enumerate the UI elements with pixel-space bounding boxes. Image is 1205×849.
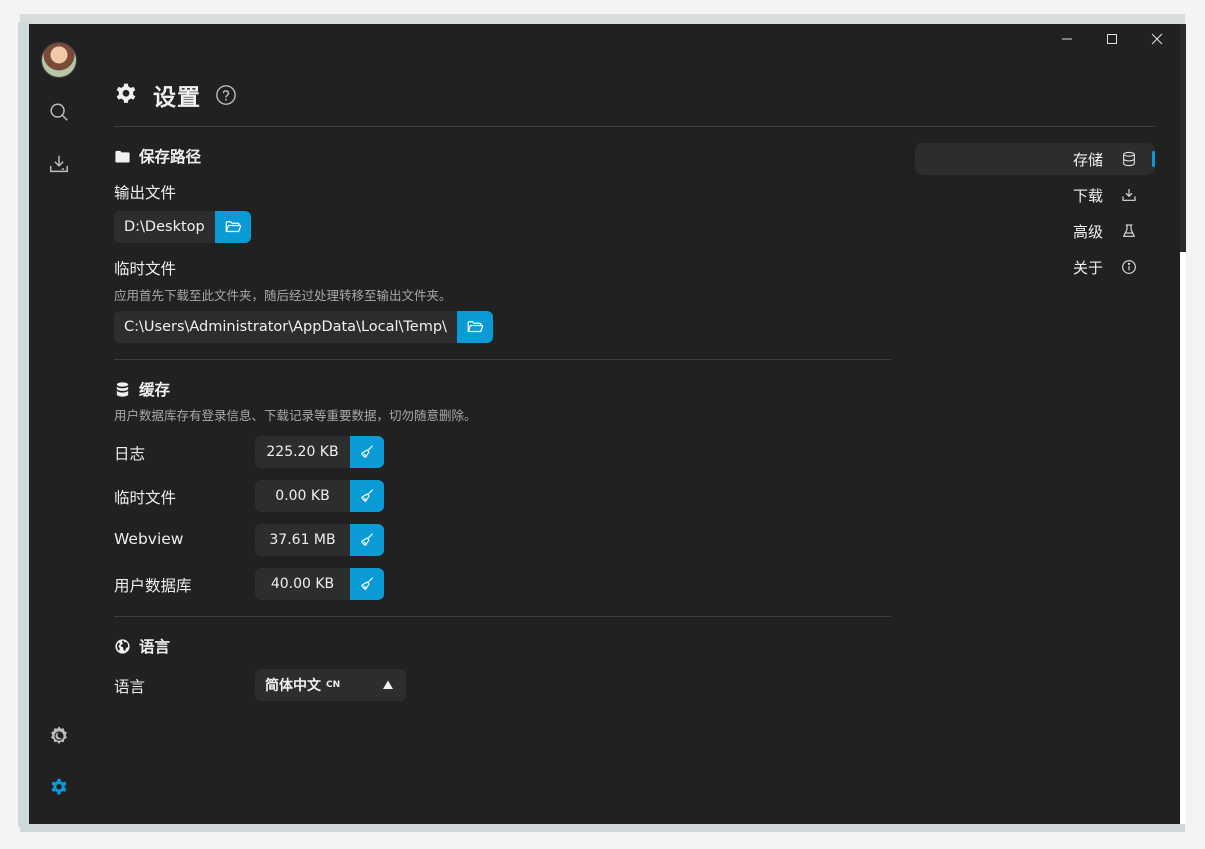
anchor-item-label: 关于: [1072, 258, 1103, 277]
globe-icon: [115, 638, 130, 654]
cache-size-value: 37.61 MB: [255, 524, 350, 556]
anchor-item-storage[interactable]: 存储: [915, 143, 1155, 175]
folder-open-icon: [467, 321, 484, 333]
temp-path-field[interactable]: C:\Users\Administrator\AppData\Local\Tem…: [114, 311, 457, 343]
folder-open-icon: [225, 221, 241, 233]
cache-description: 用户数据库存有登录信息、下载记录等重要数据，切勿随意删除。: [114, 408, 477, 423]
page-title: 设置: [153, 85, 201, 111]
temp-file-label: 临时文件: [114, 260, 177, 278]
output-path-field[interactable]: D:\Desktop: [114, 211, 215, 243]
anchor-item-download[interactable]: 下载: [915, 179, 1155, 211]
section-divider: [114, 359, 891, 360]
language-selected: 简体中文: [265, 678, 321, 694]
search-icon[interactable]: [47, 100, 71, 124]
theme-icon[interactable]: [47, 724, 71, 748]
section-language-title: 语言: [114, 635, 170, 657]
cache-size-group: 37.61 MB: [255, 524, 384, 556]
desktop-background-right-dark: [1180, 24, 1186, 252]
page-header: 设置: [113, 80, 237, 111]
database-icon: [116, 381, 129, 397]
language-code: CN: [326, 680, 341, 690]
caret-up-icon: [383, 680, 393, 689]
cache-row-label: 日志: [114, 445, 146, 463]
cache-size-value: 225.20 KB: [255, 436, 350, 468]
avatar[interactable]: [41, 42, 77, 78]
flask-icon: [1123, 224, 1135, 237]
section-title-text: 语言: [139, 638, 171, 656]
output-file-label: 输出文件: [114, 184, 177, 202]
section-cache-title: 缓存: [114, 378, 170, 400]
broom-icon: [361, 489, 373, 502]
cache-row-log: 日志 225.20 KB: [114, 436, 384, 468]
language-label: 语言: [114, 678, 146, 696]
anchor-item-advanced[interactable]: 高级: [915, 215, 1155, 247]
section-save-path-title: 保存路径: [114, 145, 201, 167]
broom-icon: [361, 445, 373, 458]
cache-row-webview: Webview 37.61 MB: [114, 524, 384, 556]
desktop-background-bottom: [20, 824, 1185, 832]
cache-row-temp: 临时文件 0.00 KB: [114, 480, 384, 512]
cache-size-value: 0.00 KB: [255, 480, 350, 512]
temp-path-browse-button[interactable]: [456, 311, 493, 343]
settings-icon[interactable]: [47, 776, 71, 800]
cache-row-label: Webview: [114, 530, 184, 548]
help-icon[interactable]: [215, 84, 237, 106]
anchor-item-label: 存储: [1072, 150, 1103, 169]
active-indicator: [1152, 151, 1155, 167]
clear-cache-button[interactable]: [350, 524, 384, 556]
broom-icon: [361, 533, 373, 546]
cache-row-user-db: 用户数据库 40.00 KB: [114, 568, 384, 600]
broom-icon: [361, 577, 373, 590]
output-path-group: D:\Desktop: [114, 211, 251, 243]
section-divider: [114, 616, 891, 617]
cache-size-group: 40.00 KB: [255, 568, 384, 600]
sidebar-rail: [29, 24, 89, 824]
cache-size-value: 40.00 KB: [255, 568, 350, 600]
section-title-text: 保存路径: [139, 148, 202, 166]
desktop-background-left: [18, 22, 29, 827]
output-path-browse-button[interactable]: [214, 211, 251, 243]
cache-size-group: 0.00 KB: [255, 480, 384, 512]
clear-cache-button[interactable]: [350, 568, 384, 600]
anchor-item-label: 下载: [1072, 186, 1103, 205]
section-title-text: 缓存: [139, 381, 171, 399]
cache-row-label: 用户数据库: [114, 577, 192, 595]
clear-cache-button[interactable]: [350, 436, 384, 468]
clear-cache-button[interactable]: [350, 480, 384, 512]
cache-size-group: 225.20 KB: [255, 436, 384, 468]
anchor-item-about[interactable]: 关于: [915, 251, 1155, 283]
temp-file-description: 应用首先下载至此文件夹，随后经过处理转移至输出文件夹。: [114, 288, 452, 303]
folder-icon: [115, 150, 130, 163]
gear-icon: [116, 83, 136, 103]
header-divider: [114, 126, 1155, 127]
app-window: 设置 保存路径 输出文件 D:\Desktop 临时文件 应用首先下载至此文件夹…: [29, 24, 1180, 824]
minimize-button[interactable]: [1052, 28, 1082, 50]
temp-path-group: C:\Users\Administrator\AppData\Local\Tem…: [114, 311, 493, 343]
database-icon: [1123, 151, 1135, 167]
anchor-item-label: 高级: [1072, 222, 1103, 241]
download-icon: [1122, 189, 1136, 201]
anchor-nav: 存储 下载 高级 关于: [915, 143, 1155, 287]
language-select[interactable]: 简体中文 CN: [255, 669, 406, 701]
maximize-button[interactable]: [1097, 28, 1127, 50]
desktop-background: [20, 14, 1185, 24]
cache-row-label: 临时文件: [114, 489, 177, 507]
close-button[interactable]: [1142, 28, 1172, 50]
download-icon[interactable]: [47, 152, 71, 176]
info-icon: [1122, 260, 1136, 274]
